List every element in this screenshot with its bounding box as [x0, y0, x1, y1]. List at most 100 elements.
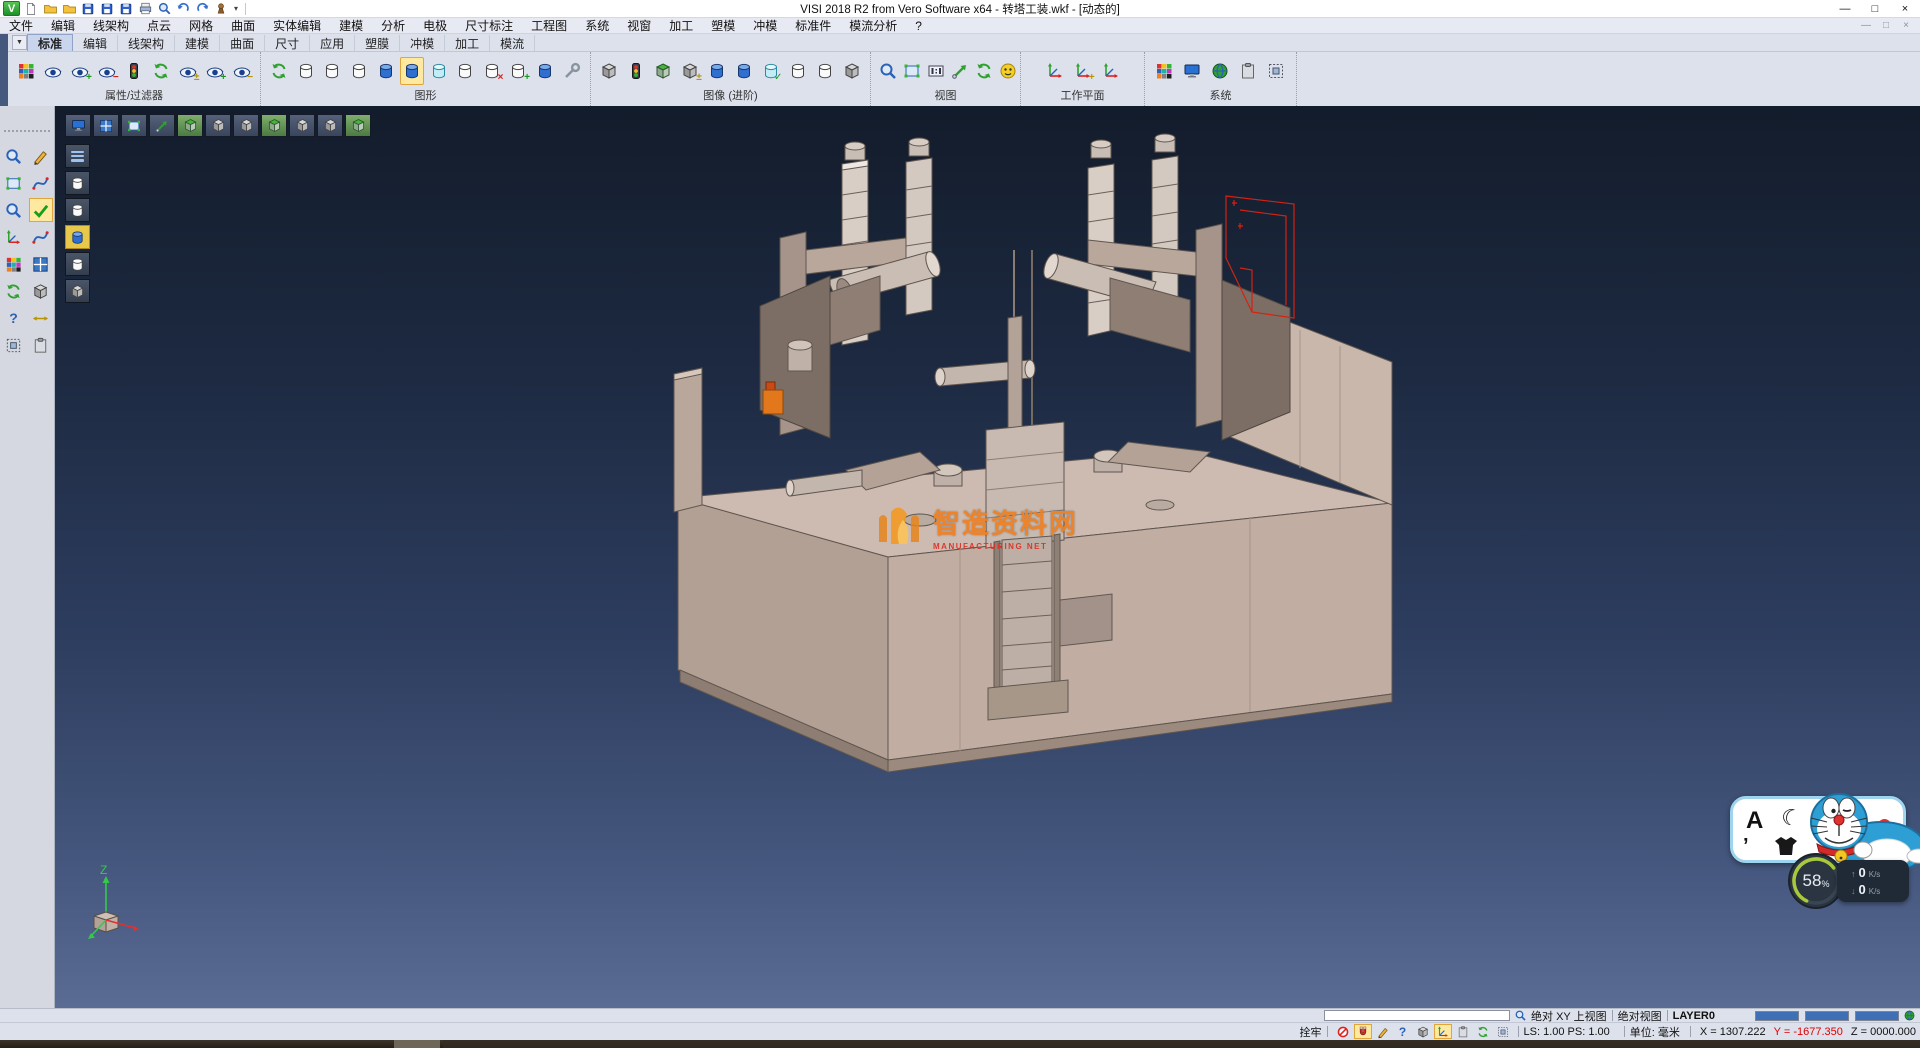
system-table-icon[interactable] [1235, 57, 1261, 85]
snap-lock-label[interactable]: 拴牢 [1300, 1024, 1322, 1040]
close-button[interactable]: × [1890, 0, 1920, 17]
menu-standard-parts[interactable]: 标准件 [786, 18, 840, 34]
command-search-input[interactable] [1324, 1010, 1510, 1021]
shaded-style-icon[interactable] [373, 57, 398, 85]
grid-window-icon[interactable] [1494, 1024, 1512, 1039]
qat-dropdown-icon[interactable]: ▾ [232, 4, 240, 13]
query-status-icon[interactable]: ? [1394, 1024, 1412, 1039]
image-shaded-icon[interactable] [705, 57, 730, 85]
ucs-axes-icon[interactable] [2, 225, 26, 249]
tab-machining[interactable]: 加工 [445, 35, 490, 51]
image-toggle-icon[interactable]: ± [678, 57, 703, 85]
tab-standard[interactable]: 标准 [27, 34, 73, 51]
top-view-icon[interactable] [177, 114, 203, 137]
network-speed-widget[interactable]: ↑ 0 K/s ↓ 0 K/s [1837, 860, 1909, 902]
taskbar-active-app[interactable] [394, 1040, 440, 1048]
edit-tools-icon[interactable] [29, 144, 53, 168]
select-frame-icon[interactable] [2, 171, 26, 195]
tab-modeling[interactable]: 建模 [175, 35, 220, 51]
image-solid-icon[interactable] [839, 57, 864, 85]
view-face-icon[interactable] [997, 57, 1019, 85]
ime-mode-letter[interactable]: A [1746, 807, 1763, 835]
menu-system[interactable]: 系统 [576, 18, 618, 34]
menu-pointcloud[interactable]: 点云 [138, 18, 180, 34]
help-icon[interactable]: ? [2, 306, 26, 330]
show-add-icon[interactable]: + [68, 57, 93, 85]
solid-cube-icon[interactable] [29, 279, 53, 303]
menu-mesh[interactable]: 网格 [180, 18, 222, 34]
front-view-icon[interactable] [205, 114, 231, 137]
image-hatch-icon[interactable] [812, 57, 837, 85]
style-wireframe-icon[interactable] [65, 171, 90, 195]
hide-all-icon[interactable]: − [229, 57, 254, 85]
layer-stack-icon[interactable] [1454, 1024, 1472, 1039]
transparent-style-icon[interactable] [426, 57, 451, 85]
ghost-style-icon[interactable] [453, 57, 478, 85]
sketch-icon[interactable] [29, 171, 53, 195]
image-refresh-icon[interactable] [651, 57, 676, 85]
display-mode-icon[interactable] [65, 114, 91, 137]
regen-graphics-icon[interactable] [267, 57, 292, 85]
menu-drawing[interactable]: 工程图 [522, 18, 576, 34]
toolbox-drag-handle[interactable] [4, 130, 50, 136]
tab-flow[interactable]: 模流 [490, 35, 535, 51]
view-menu-icon[interactable] [65, 144, 90, 168]
workplane-status-icon[interactable] [1434, 1024, 1452, 1039]
validate-check-icon[interactable] [29, 198, 53, 222]
layer-color-bar-3[interactable] [1855, 1011, 1899, 1021]
menu-wireframe[interactable]: 线架构 [84, 18, 138, 34]
workplane-edit-icon[interactable]: + [1070, 57, 1096, 85]
menu-window[interactable]: 视窗 [618, 18, 660, 34]
tab-wireframe[interactable]: 线架构 [118, 35, 175, 51]
stamp-icon[interactable] [213, 1, 229, 16]
magnet-snap-icon[interactable] [1354, 1024, 1372, 1039]
workplane-align-icon[interactable] [1098, 57, 1124, 85]
menu-machining[interactable]: 加工 [660, 18, 702, 34]
workplane-create-icon[interactable] [1042, 57, 1068, 85]
layers-grid-icon[interactable] [2, 333, 26, 357]
plane-view-icon[interactable] [121, 114, 147, 137]
tab-die[interactable]: 冲模 [400, 35, 445, 51]
refresh-visibility-icon[interactable] [148, 57, 173, 85]
entity-visibility-icon[interactable] [41, 57, 66, 85]
menu-electrode[interactable]: 电极 [414, 18, 456, 34]
hidden-line-style-icon[interactable] [320, 57, 345, 85]
open-project-icon[interactable] [61, 1, 77, 16]
style-hatched-icon[interactable] [65, 279, 90, 303]
hide-remove-icon[interactable]: − [95, 57, 120, 85]
viewport-3d[interactable]: 智造资料网 MANUFACTURING NET Z A ☾ [55, 106, 1920, 1008]
zoom-window-icon[interactable] [877, 57, 899, 85]
mdi-close-button[interactable]: × [1896, 19, 1916, 33]
image-validate-icon[interactable]: ✓ [758, 57, 783, 85]
side-view-icon[interactable] [233, 114, 259, 137]
redo-icon[interactable] [194, 1, 210, 16]
pan-view-icon[interactable] [949, 57, 971, 85]
dynamic-view-icon[interactable] [345, 114, 371, 137]
image-shaded2-icon[interactable] [732, 57, 757, 85]
show-all-icon[interactable]: + [202, 57, 227, 85]
mdi-restore-button[interactable]: □ [1876, 19, 1896, 33]
zoom-dynamic-icon[interactable] [2, 198, 26, 222]
tab-application[interactable]: 应用 [310, 35, 355, 51]
save-icon[interactable] [80, 1, 96, 16]
menu-file[interactable]: 文件 [0, 18, 42, 34]
sketch-axis-icon[interactable] [1374, 1024, 1392, 1039]
system-colors-icon[interactable] [1151, 57, 1177, 85]
refresh-status-icon[interactable] [1474, 1024, 1492, 1039]
layer-color-bar-1[interactable] [1755, 1011, 1799, 1021]
spline-edit-icon[interactable] [29, 225, 53, 249]
save-copy-icon[interactable] [118, 1, 134, 16]
window-panes-icon[interactable] [29, 252, 53, 276]
no-entry-status-icon[interactable] [1334, 1024, 1352, 1039]
image-flag-icon[interactable] [785, 57, 810, 85]
units-label[interactable]: 单位: 毫米 [1630, 1024, 1680, 1040]
split-view-icon[interactable] [93, 114, 119, 137]
style-shaded-icon-active[interactable] [65, 225, 90, 249]
mdi-minimize-button[interactable]: — [1856, 19, 1876, 33]
back-view-icon[interactable] [289, 114, 315, 137]
snap-point-icon[interactable] [1414, 1024, 1432, 1039]
pointer-view-icon[interactable] [149, 114, 175, 137]
undo-icon[interactable] [175, 1, 191, 16]
menu-mould[interactable]: 塑模 [702, 18, 744, 34]
rotate-view-icon[interactable] [973, 57, 995, 85]
